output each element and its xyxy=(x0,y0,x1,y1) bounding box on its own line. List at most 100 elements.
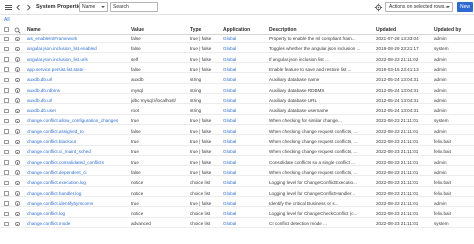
property-name-link[interactable]: change.conflict.assigned_to xyxy=(27,129,129,135)
property-name-link[interactable]: app.service.persist.list.state xyxy=(27,67,129,73)
application-link[interactable]: Global xyxy=(223,108,267,114)
column-header-value[interactable]: Value xyxy=(131,27,187,33)
row-checkbox[interactable] xyxy=(4,139,9,144)
search-icon[interactable] xyxy=(14,27,21,34)
application-link[interactable]: Global xyxy=(223,67,267,73)
table-row[interactable]: ais_enableIntFramework false true | false G… xyxy=(0,35,474,43)
application-link[interactable]: Global xyxy=(223,129,267,135)
info-icon[interactable] xyxy=(15,57,20,62)
row-checkbox[interactable] xyxy=(4,118,9,124)
table-row[interactable]: angular.json.inclusion_list.urls self true… xyxy=(0,56,474,64)
info-icon[interactable] xyxy=(15,191,20,196)
column-header-updated[interactable]: Updated xyxy=(376,27,431,33)
property-name-link[interactable]: change.conflict.dependent_ci xyxy=(27,170,129,176)
application-link[interactable]: Global xyxy=(223,221,267,227)
table-row[interactable]: change.conflict.consolidated_conflicts tr… xyxy=(0,159,474,167)
info-icon[interactable] xyxy=(15,36,20,41)
info-icon[interactable] xyxy=(15,67,20,72)
application-link[interactable]: Global xyxy=(223,211,267,217)
new-button[interactable]: New xyxy=(457,2,473,12)
table-row[interactable]: auxdb.db.url jdbc:mysql://localhost/strin… xyxy=(0,97,474,105)
info-icon[interactable] xyxy=(15,170,20,175)
arrow-right-icon[interactable] xyxy=(24,3,33,12)
table-row[interactable]: change.conflict.assigned_to false true | f… xyxy=(0,128,474,136)
info-icon[interactable] xyxy=(15,149,20,155)
application-link[interactable]: Global xyxy=(223,170,267,176)
property-name-link[interactable]: change.conflict.log xyxy=(27,211,129,217)
application-link[interactable]: Global xyxy=(223,139,267,145)
table-row[interactable]: auxdb.db.rdbms mysql string Global Auxiliary… xyxy=(0,87,474,94)
table-row[interactable]: auxdb.db.url auxdb string Global Auxiliary d… xyxy=(0,76,474,84)
application-link[interactable]: Global xyxy=(223,149,267,155)
row-checkbox[interactable] xyxy=(4,46,9,52)
row-checkbox[interactable] xyxy=(4,170,9,175)
row-checkbox[interactable] xyxy=(4,211,9,217)
property-name-link[interactable]: change.conflict.allow_configuration_chan… xyxy=(27,118,129,124)
property-name-link[interactable]: auxdb.db.url xyxy=(27,98,129,104)
search-input[interactable]: Search xyxy=(110,2,158,12)
property-name-link[interactable]: angular.json.inclusion_list.enabled xyxy=(27,46,129,52)
property-name-link[interactable]: auxdb.db.user xyxy=(27,108,129,114)
info-icon[interactable] xyxy=(15,108,20,114)
row-checkbox[interactable] xyxy=(4,191,9,196)
gear-icon[interactable] xyxy=(374,3,383,12)
application-link[interactable]: Global xyxy=(223,118,267,124)
application-link[interactable]: Global xyxy=(223,88,267,94)
row-checkbox[interactable] xyxy=(4,88,9,93)
info-icon[interactable] xyxy=(15,118,20,124)
column-header-type[interactable]: Type xyxy=(190,27,221,33)
property-name-link[interactable]: change.conflict.consolidated_conflicts xyxy=(27,160,129,166)
property-name-link[interactable]: auxdb.db.url xyxy=(27,77,129,83)
table-row[interactable]: auxdb.db.user root string Global Auxiliary d… xyxy=(0,107,474,115)
application-link[interactable]: Global xyxy=(223,77,267,83)
row-checkbox[interactable] xyxy=(4,129,9,134)
row-checkbox[interactable] xyxy=(4,57,9,62)
property-name-link[interactable]: auxdb.db.rdbms xyxy=(27,88,129,94)
row-checkbox[interactable] xyxy=(4,36,9,41)
info-icon[interactable] xyxy=(15,221,20,227)
table-row[interactable]: angular.json.inclusion_list.enabled false… xyxy=(0,45,474,53)
application-link[interactable]: Global xyxy=(223,57,267,63)
application-link[interactable]: Global xyxy=(223,201,267,207)
application-link[interactable]: Global xyxy=(223,180,267,186)
row-checkbox[interactable] xyxy=(4,67,9,72)
info-icon[interactable] xyxy=(15,88,20,93)
property-name-link[interactable]: angular.json.inclusion_list.urls xyxy=(27,57,129,63)
table-row[interactable]: change.conflict.blackout true true | false… xyxy=(0,138,474,146)
table-row[interactable]: change.conflict.identifybyrscoms true true… xyxy=(0,200,474,208)
info-icon[interactable] xyxy=(15,139,20,144)
row-checkbox[interactable] xyxy=(4,98,9,103)
column-header-updated-by[interactable]: Updated by xyxy=(434,27,472,33)
property-name-link[interactable]: change.conflict.ci_maint_sched xyxy=(27,149,129,155)
info-icon[interactable] xyxy=(15,77,20,83)
breadcrumb[interactable]: All xyxy=(4,17,10,23)
property-name-link[interactable]: change.conflict.mode xyxy=(27,221,129,227)
info-icon[interactable] xyxy=(15,211,20,217)
table-row[interactable]: app.service.persist.list.state false true … xyxy=(0,66,474,74)
column-header-name[interactable]: Name xyxy=(27,27,129,33)
row-checkbox[interactable] xyxy=(4,180,9,186)
info-icon[interactable] xyxy=(15,129,20,134)
row-checkbox[interactable] xyxy=(4,201,9,206)
application-link[interactable]: Global xyxy=(223,46,267,52)
application-link[interactable]: Global xyxy=(223,98,267,104)
actions-on-selected-rows-select[interactable]: Actions on selected rows... xyxy=(385,2,453,12)
row-checkbox[interactable] xyxy=(4,149,9,155)
column-header-application[interactable]: Application xyxy=(223,27,267,33)
property-name-link[interactable]: change.conflict.handler.log xyxy=(27,191,129,197)
property-name-link[interactable]: ais_enableIntFramework xyxy=(27,36,129,42)
table-row[interactable]: change.conflict.allow_configuration_chan… xyxy=(0,117,474,125)
table-row[interactable]: change.conflict.mode advanced choice list G… xyxy=(0,220,474,228)
info-icon[interactable] xyxy=(15,201,20,206)
column-header-description[interactable]: Description xyxy=(269,27,373,33)
property-name-link[interactable]: change.conflict.identifybyrscoms xyxy=(27,201,129,207)
property-name-link[interactable]: change.conflict.blackout xyxy=(27,139,129,145)
application-link[interactable]: Global xyxy=(223,160,267,166)
table-row[interactable]: change.conflict.ci_maint_sched true true |… xyxy=(0,148,474,156)
hamburger-menu-icon[interactable] xyxy=(4,3,13,12)
table-row[interactable]: change.conflict.handler.log notice choice … xyxy=(0,190,474,197)
table-row[interactable]: change.conflict.execution.log notice choic… xyxy=(0,179,474,187)
table-row[interactable]: change.conflict.dependent_ci false true | … xyxy=(0,169,474,177)
row-checkbox[interactable] xyxy=(4,108,9,114)
select-all-checkbox[interactable] xyxy=(4,27,9,32)
